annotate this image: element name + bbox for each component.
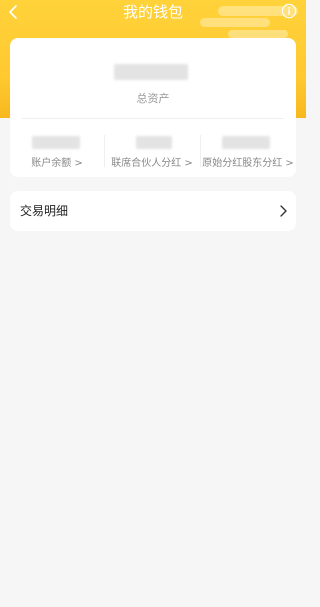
info-icon[interactable]: [281, 3, 297, 19]
total-assets-value: [114, 64, 188, 80]
divider: [22, 118, 284, 119]
page-title: 我的钱包: [122, 3, 183, 21]
assets-card: 总资产 账户余额 > 联席合伙人分红 > 原始分红股东分红 >: [10, 38, 296, 177]
chevron-right-icon: [280, 205, 287, 217]
partner-dividend-item[interactable]: 联席合伙人分红 >: [104, 124, 200, 172]
total-assets-label: 总资产: [136, 92, 170, 105]
account-balance-label: 账户余额 >: [31, 158, 83, 169]
account-balance-item[interactable]: 账户余额 >: [10, 124, 104, 172]
partner-dividend-value: [136, 136, 172, 149]
decorative-cloud: [228, 30, 288, 38]
navigation-bar: 我的钱包: [0, 0, 306, 24]
shareholder-dividend-label: 原始分红股东分红 >: [202, 158, 294, 169]
account-balance-value: [32, 136, 80, 149]
shareholder-dividend-item[interactable]: 原始分红股东分红 >: [200, 124, 296, 172]
transaction-details-row[interactable]: 交易明细: [10, 191, 296, 231]
shareholder-dividend-value: [222, 136, 270, 149]
partner-dividend-label: 联席合伙人分红 >: [111, 158, 193, 169]
transaction-details-label: 交易明细: [20, 204, 69, 218]
